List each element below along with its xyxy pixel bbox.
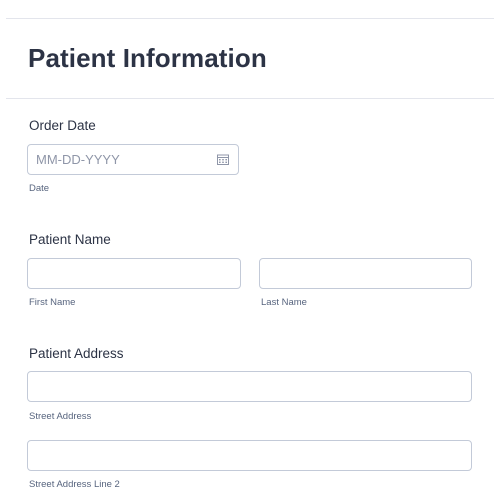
first-name-sublabel: First Name bbox=[29, 297, 76, 308]
calendar-icon[interactable] bbox=[217, 154, 229, 165]
street-address-input[interactable] bbox=[27, 371, 472, 402]
patient-name-label: Patient Name bbox=[29, 232, 111, 247]
street-address-sublabel: Street Address bbox=[29, 411, 92, 422]
order-date-sublabel: Date bbox=[29, 183, 50, 194]
street-address-line2-sublabel: Street Address Line 2 bbox=[29, 479, 120, 490]
first-name-input[interactable] bbox=[27, 258, 241, 289]
last-name-sublabel: Last Name bbox=[261, 297, 307, 308]
top-divider bbox=[6, 18, 494, 19]
order-date-placeholder: MM-DD-YYYY bbox=[36, 152, 120, 167]
page-title: Patient Information bbox=[28, 43, 267, 73]
order-date-input[interactable]: MM-DD-YYYY bbox=[27, 144, 239, 175]
patient-address-label: Patient Address bbox=[29, 346, 124, 361]
last-name-input[interactable] bbox=[259, 258, 472, 289]
street-address-line2-input[interactable] bbox=[27, 440, 472, 471]
header-divider bbox=[6, 98, 494, 99]
order-date-label: Order Date bbox=[29, 118, 96, 133]
